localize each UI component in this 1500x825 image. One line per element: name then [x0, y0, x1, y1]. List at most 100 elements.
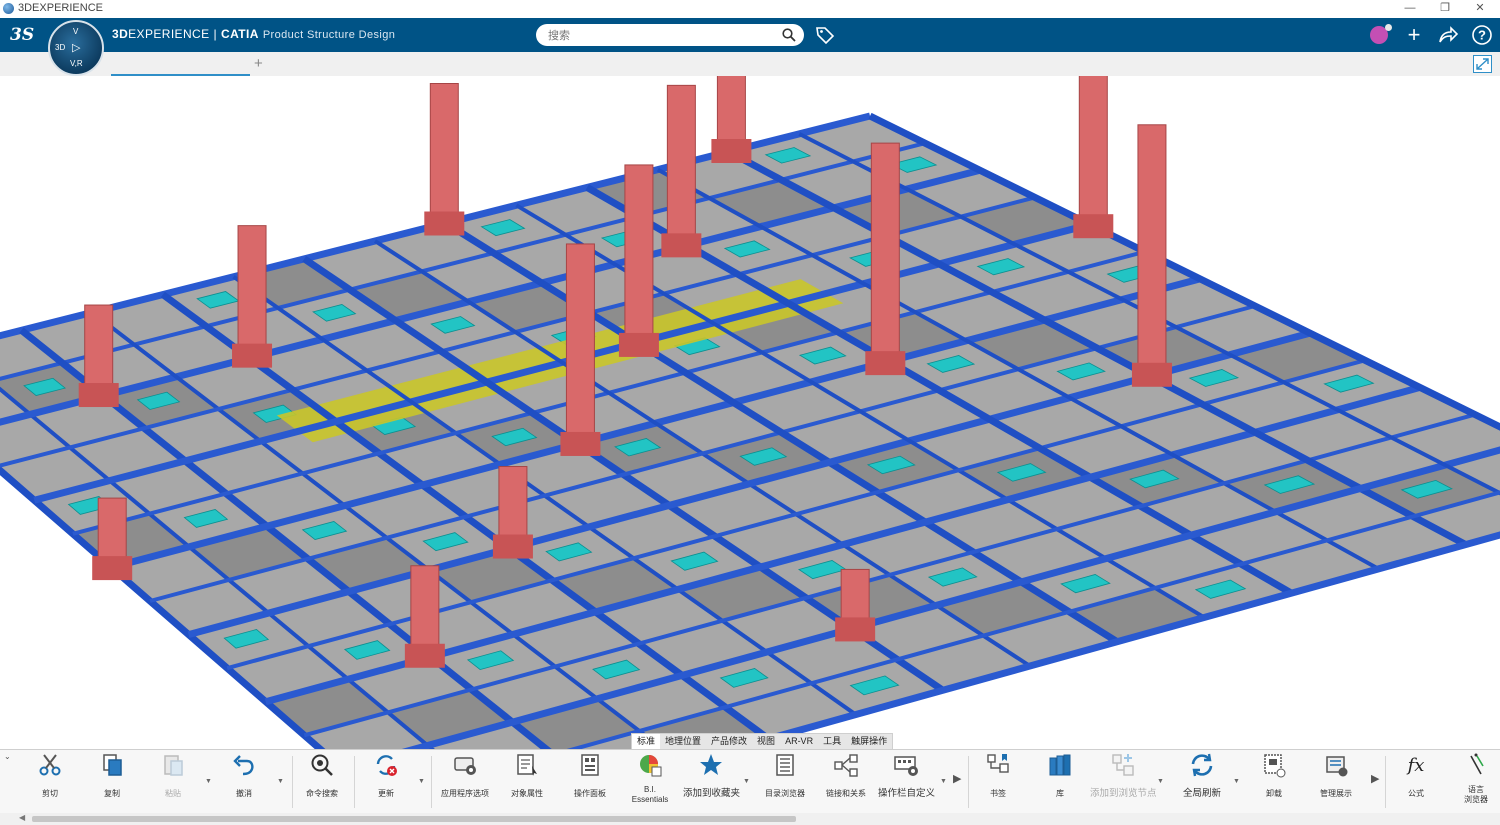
- undo-dropdown-icon[interactable]: ▼: [277, 778, 284, 785]
- links-icon: [834, 754, 858, 777]
- separator: [968, 756, 969, 808]
- search-icon[interactable]: [782, 28, 796, 42]
- column-joint: [92, 556, 133, 581]
- separator: [431, 756, 432, 808]
- command-search-button[interactable]: 命令搜索: [300, 752, 344, 799]
- top-bar: 3S 3DEXPERIENCE | CATIA Product Structure D…: [0, 18, 1500, 52]
- compass-bottom: V,R: [70, 59, 83, 68]
- scroll-right-arrow-icon-2[interactable]: ▶: [1371, 772, 1379, 785]
- operation-panel-button[interactable]: 操作面板: [568, 752, 612, 799]
- compass-widget[interactable]: V 3D ▷ V,R: [48, 20, 104, 76]
- catalog-browser-label: 目录浏览器: [765, 789, 805, 798]
- column-joint: [78, 383, 119, 408]
- close-button[interactable]: ✕: [1465, 0, 1495, 18]
- customize-dropdown-icon[interactable]: ▼: [940, 778, 947, 785]
- restore-button[interactable]: ❐: [1430, 0, 1460, 18]
- app-globe-icon: [3, 3, 14, 14]
- app-options-button[interactable]: 应用程序选项: [440, 752, 490, 799]
- 3ds-logo-icon[interactable]: 3S: [10, 24, 36, 46]
- concrete-column: [666, 84, 696, 246]
- brand-title: 3DEXPERIENCE | CATIA Product Structure Desi…: [112, 27, 395, 41]
- customize-toolbar-button[interactable]: 操作栏自定义: [878, 752, 935, 799]
- add-icon[interactable]: +: [1403, 24, 1425, 46]
- section-tab[interactable]: 视图: [752, 734, 780, 749]
- library-button[interactable]: 库: [1042, 752, 1078, 799]
- global-refresh-button[interactable]: 全局刷新: [1180, 752, 1224, 799]
- section-tab[interactable]: 工具: [818, 734, 846, 749]
- scroll-left-arrow-icon[interactable]: ◀: [19, 813, 25, 822]
- copy-button[interactable]: 复制: [94, 752, 130, 799]
- compass-play-icon[interactable]: ▷: [72, 41, 80, 54]
- scroll-right-arrow-icon[interactable]: ▶: [953, 772, 961, 785]
- user-avatar[interactable]: [1370, 24, 1392, 44]
- column-joint: [492, 534, 533, 559]
- manage-display-icon: [1326, 756, 1348, 777]
- expand-icon: [1476, 58, 1489, 70]
- global-refresh-label: 全局刷新: [1182, 788, 1221, 799]
- manage-display-label: 管理展示: [1320, 789, 1352, 798]
- browse-node-dropdown-icon[interactable]: ▼: [1157, 778, 1164, 785]
- add-browse-node-button[interactable]: 添加到浏览节点: [1090, 752, 1157, 799]
- building-structure-model[interactable]: [0, 76, 1500, 749]
- object-properties-button[interactable]: 对象属性: [505, 752, 549, 799]
- bi-essentials-button[interactable]: B.I. Essentials: [630, 752, 670, 805]
- section-tab[interactable]: AR-VR: [780, 734, 818, 749]
- collapse-chevron-icon[interactable]: ⌄: [4, 752, 11, 761]
- catalog-browser-button[interactable]: 目录浏览器: [764, 752, 806, 799]
- undo-button[interactable]: 撤消: [226, 752, 262, 799]
- scrollbar-thumb[interactable]: [32, 816, 796, 822]
- horizontal-scrollbar[interactable]: ◀: [0, 813, 1500, 825]
- brand-bold: 3D: [112, 27, 129, 41]
- help-icon[interactable]: ?: [1471, 24, 1493, 46]
- add-tab-button[interactable]: +: [254, 55, 263, 72]
- language-browser-icon: [1470, 753, 1484, 775]
- bookmark-label: 书签: [990, 789, 1006, 798]
- command-search-label: 命令搜索: [306, 789, 338, 798]
- cut-button[interactable]: 剪切: [32, 752, 68, 799]
- update-dropdown-icon[interactable]: ▼: [418, 778, 425, 785]
- concrete-column: [84, 304, 114, 396]
- column-joint: [232, 343, 273, 368]
- app-options-icon: [454, 757, 476, 775]
- compass-top: V: [73, 27, 79, 36]
- share-icon[interactable]: [1437, 24, 1459, 46]
- tab-active[interactable]: [111, 52, 250, 76]
- section-tab[interactable]: 触屏操作: [846, 734, 892, 749]
- bookmark-button[interactable]: 书签: [980, 752, 1016, 799]
- svg-text:?: ?: [1478, 28, 1486, 43]
- manage-display-button[interactable]: 管理展示: [1314, 752, 1358, 799]
- links-relations-button[interactable]: 链接和关系: [824, 752, 868, 799]
- update-icon: [376, 755, 397, 776]
- add-browse-node-label: 添加到浏览节点: [1090, 788, 1157, 799]
- minimize-button[interactable]: —: [1395, 0, 1425, 18]
- concrete-column: [237, 225, 267, 357]
- formula-button[interactable]: fx 公式: [1398, 752, 1434, 799]
- add-node-icon: [1112, 754, 1134, 776]
- tab-strip: +: [0, 52, 1500, 76]
- add-favorites-button[interactable]: 添加到收藏夹: [683, 752, 741, 799]
- search-input[interactable]: [546, 27, 780, 45]
- tag-icon[interactable]: [815, 25, 835, 45]
- section-tab[interactable]: 产品修改: [706, 734, 752, 749]
- object-properties-label: 对象属性: [511, 789, 543, 798]
- column-joint: [1073, 214, 1114, 239]
- search-box[interactable]: [536, 24, 804, 46]
- paste-button[interactable]: 粘贴: [155, 752, 191, 799]
- refresh-dropdown-icon[interactable]: ▼: [1233, 778, 1240, 785]
- unload-button[interactable]: 卸载: [1256, 752, 1292, 799]
- paste-dropdown-icon[interactable]: ▼: [205, 778, 212, 785]
- language-browser-label-2: 浏览器: [1464, 795, 1488, 804]
- update-button[interactable]: 更新: [368, 752, 404, 799]
- unload-label: 卸载: [1266, 789, 1282, 798]
- section-tab[interactable]: 标准: [632, 734, 661, 749]
- fullscreen-button[interactable]: [1473, 55, 1492, 73]
- 3d-viewport[interactable]: [0, 76, 1500, 749]
- bi-essentials-icon: [640, 755, 662, 777]
- language-browser-button[interactable]: 语言 浏览器: [1458, 752, 1494, 805]
- brand-separator: |: [213, 27, 218, 41]
- concrete-column: [1137, 124, 1167, 376]
- favorites-dropdown-icon[interactable]: ▼: [743, 778, 750, 785]
- window-title: 3DEXPERIENCE: [18, 2, 103, 14]
- section-tab[interactable]: 地理位置: [660, 734, 706, 749]
- add-favorites-label: 添加到收藏夹: [683, 788, 741, 799]
